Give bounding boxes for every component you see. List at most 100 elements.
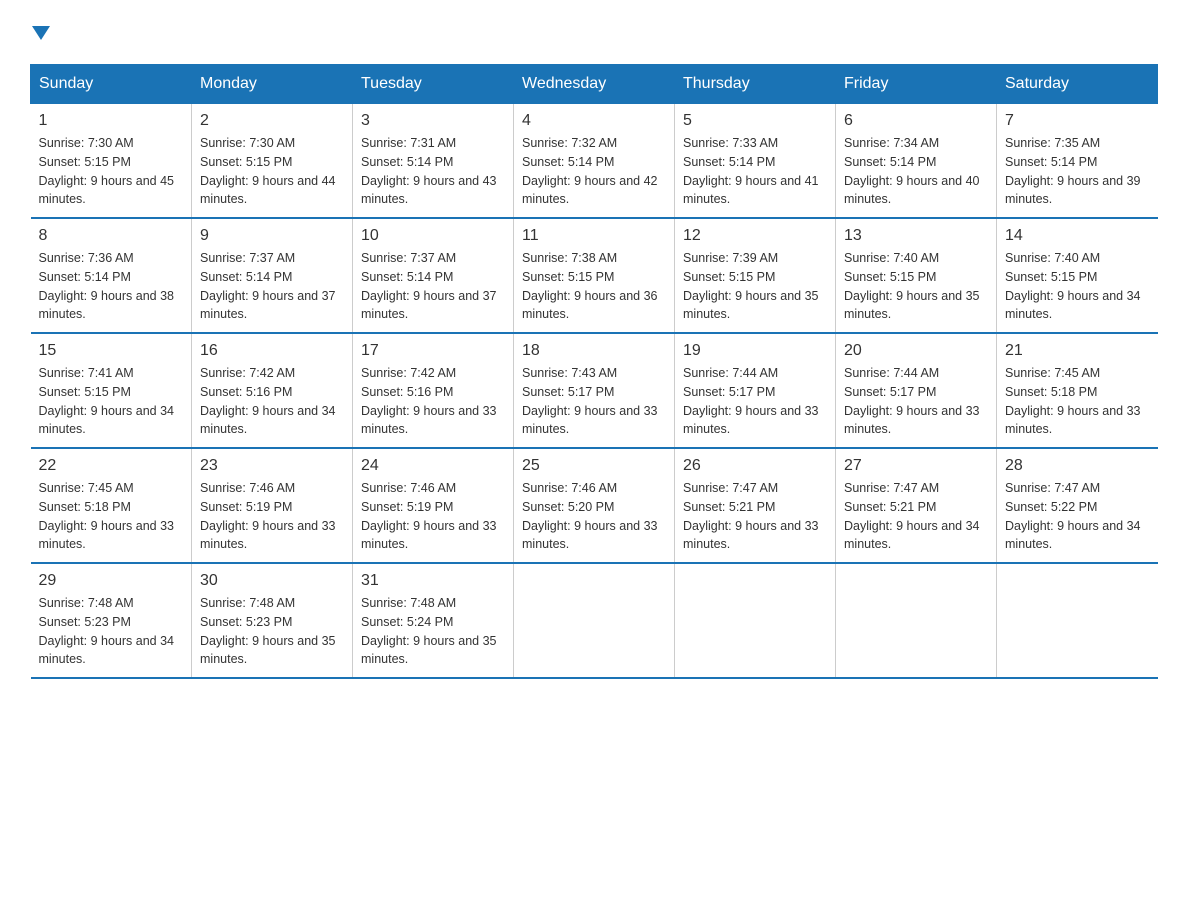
day-info: Sunrise: 7:30 AM Sunset: 5:15 PM Dayligh…	[200, 134, 344, 209]
day-number: 31	[361, 572, 505, 590]
day-info: Sunrise: 7:41 AM Sunset: 5:15 PM Dayligh…	[39, 364, 184, 439]
calendar-cell: 9 Sunrise: 7:37 AM Sunset: 5:14 PM Dayli…	[192, 218, 353, 333]
day-number: 25	[522, 457, 666, 475]
day-number: 18	[522, 342, 666, 360]
day-info: Sunrise: 7:30 AM Sunset: 5:15 PM Dayligh…	[39, 134, 184, 209]
day-info: Sunrise: 7:44 AM Sunset: 5:17 PM Dayligh…	[683, 364, 827, 439]
day-info: Sunrise: 7:46 AM Sunset: 5:20 PM Dayligh…	[522, 479, 666, 554]
day-number: 4	[522, 112, 666, 130]
day-number: 2	[200, 112, 344, 130]
calendar-cell: 2 Sunrise: 7:30 AM Sunset: 5:15 PM Dayli…	[192, 104, 353, 219]
day-number: 17	[361, 342, 505, 360]
calendar-cell: 4 Sunrise: 7:32 AM Sunset: 5:14 PM Dayli…	[514, 104, 675, 219]
calendar-cell: 24 Sunrise: 7:46 AM Sunset: 5:19 PM Dayl…	[353, 448, 514, 563]
calendar-cell: 26 Sunrise: 7:47 AM Sunset: 5:21 PM Dayl…	[675, 448, 836, 563]
day-number: 15	[39, 342, 184, 360]
day-info: Sunrise: 7:36 AM Sunset: 5:14 PM Dayligh…	[39, 249, 184, 324]
calendar-cell: 18 Sunrise: 7:43 AM Sunset: 5:17 PM Dayl…	[514, 333, 675, 448]
day-info: Sunrise: 7:45 AM Sunset: 5:18 PM Dayligh…	[39, 479, 184, 554]
column-header-tuesday: Tuesday	[353, 65, 514, 104]
day-info: Sunrise: 7:39 AM Sunset: 5:15 PM Dayligh…	[683, 249, 827, 324]
day-info: Sunrise: 7:47 AM Sunset: 5:22 PM Dayligh…	[1005, 479, 1150, 554]
day-number: 30	[200, 572, 344, 590]
calendar-cell: 1 Sunrise: 7:30 AM Sunset: 5:15 PM Dayli…	[31, 104, 192, 219]
calendar-cell: 17 Sunrise: 7:42 AM Sunset: 5:16 PM Dayl…	[353, 333, 514, 448]
calendar-week-row: 29 Sunrise: 7:48 AM Sunset: 5:23 PM Dayl…	[31, 563, 1158, 678]
day-info: Sunrise: 7:42 AM Sunset: 5:16 PM Dayligh…	[361, 364, 505, 439]
day-info: Sunrise: 7:40 AM Sunset: 5:15 PM Dayligh…	[844, 249, 988, 324]
day-info: Sunrise: 7:45 AM Sunset: 5:18 PM Dayligh…	[1005, 364, 1150, 439]
day-number: 16	[200, 342, 344, 360]
day-number: 14	[1005, 227, 1150, 245]
calendar-cell: 29 Sunrise: 7:48 AM Sunset: 5:23 PM Dayl…	[31, 563, 192, 678]
calendar-cell: 12 Sunrise: 7:39 AM Sunset: 5:15 PM Dayl…	[675, 218, 836, 333]
calendar-cell: 8 Sunrise: 7:36 AM Sunset: 5:14 PM Dayli…	[31, 218, 192, 333]
day-number: 22	[39, 457, 184, 475]
day-number: 21	[1005, 342, 1150, 360]
day-info: Sunrise: 7:46 AM Sunset: 5:19 PM Dayligh…	[361, 479, 505, 554]
calendar-week-row: 1 Sunrise: 7:30 AM Sunset: 5:15 PM Dayli…	[31, 104, 1158, 219]
day-number: 20	[844, 342, 988, 360]
calendar-cell	[997, 563, 1158, 678]
calendar-table: SundayMondayTuesdayWednesdayThursdayFrid…	[30, 64, 1158, 679]
calendar-cell: 23 Sunrise: 7:46 AM Sunset: 5:19 PM Dayl…	[192, 448, 353, 563]
calendar-cell: 5 Sunrise: 7:33 AM Sunset: 5:14 PM Dayli…	[675, 104, 836, 219]
calendar-cell	[514, 563, 675, 678]
day-info: Sunrise: 7:31 AM Sunset: 5:14 PM Dayligh…	[361, 134, 505, 209]
calendar-cell: 28 Sunrise: 7:47 AM Sunset: 5:22 PM Dayl…	[997, 448, 1158, 563]
calendar-cell: 19 Sunrise: 7:44 AM Sunset: 5:17 PM Dayl…	[675, 333, 836, 448]
day-info: Sunrise: 7:43 AM Sunset: 5:17 PM Dayligh…	[522, 364, 666, 439]
day-info: Sunrise: 7:42 AM Sunset: 5:16 PM Dayligh…	[200, 364, 344, 439]
day-info: Sunrise: 7:40 AM Sunset: 5:15 PM Dayligh…	[1005, 249, 1150, 324]
calendar-cell: 25 Sunrise: 7:46 AM Sunset: 5:20 PM Dayl…	[514, 448, 675, 563]
calendar-cell: 21 Sunrise: 7:45 AM Sunset: 5:18 PM Dayl…	[997, 333, 1158, 448]
calendar-week-row: 22 Sunrise: 7:45 AM Sunset: 5:18 PM Dayl…	[31, 448, 1158, 563]
day-info: Sunrise: 7:38 AM Sunset: 5:15 PM Dayligh…	[522, 249, 666, 324]
day-number: 1	[39, 112, 184, 130]
day-number: 9	[200, 227, 344, 245]
day-info: Sunrise: 7:47 AM Sunset: 5:21 PM Dayligh…	[683, 479, 827, 554]
calendar-cell: 6 Sunrise: 7:34 AM Sunset: 5:14 PM Dayli…	[836, 104, 997, 219]
logo-triangle-icon	[32, 26, 50, 40]
day-info: Sunrise: 7:34 AM Sunset: 5:14 PM Dayligh…	[844, 134, 988, 209]
column-header-saturday: Saturday	[997, 65, 1158, 104]
day-number: 3	[361, 112, 505, 130]
column-header-monday: Monday	[192, 65, 353, 104]
day-number: 10	[361, 227, 505, 245]
calendar-cell: 13 Sunrise: 7:40 AM Sunset: 5:15 PM Dayl…	[836, 218, 997, 333]
column-header-sunday: Sunday	[31, 65, 192, 104]
day-info: Sunrise: 7:33 AM Sunset: 5:14 PM Dayligh…	[683, 134, 827, 209]
day-number: 19	[683, 342, 827, 360]
day-number: 29	[39, 572, 184, 590]
column-header-friday: Friday	[836, 65, 997, 104]
calendar-cell: 14 Sunrise: 7:40 AM Sunset: 5:15 PM Dayl…	[997, 218, 1158, 333]
calendar-cell: 10 Sunrise: 7:37 AM Sunset: 5:14 PM Dayl…	[353, 218, 514, 333]
day-info: Sunrise: 7:44 AM Sunset: 5:17 PM Dayligh…	[844, 364, 988, 439]
day-info: Sunrise: 7:48 AM Sunset: 5:23 PM Dayligh…	[39, 594, 184, 669]
calendar-cell: 11 Sunrise: 7:38 AM Sunset: 5:15 PM Dayl…	[514, 218, 675, 333]
day-info: Sunrise: 7:48 AM Sunset: 5:23 PM Dayligh…	[200, 594, 344, 669]
day-info: Sunrise: 7:35 AM Sunset: 5:14 PM Dayligh…	[1005, 134, 1150, 209]
calendar-cell: 31 Sunrise: 7:48 AM Sunset: 5:24 PM Dayl…	[353, 563, 514, 678]
calendar-cell: 20 Sunrise: 7:44 AM Sunset: 5:17 PM Dayl…	[836, 333, 997, 448]
day-info: Sunrise: 7:46 AM Sunset: 5:19 PM Dayligh…	[200, 479, 344, 554]
day-info: Sunrise: 7:37 AM Sunset: 5:14 PM Dayligh…	[200, 249, 344, 324]
calendar-cell	[675, 563, 836, 678]
day-number: 13	[844, 227, 988, 245]
day-number: 6	[844, 112, 988, 130]
calendar-cell: 30 Sunrise: 7:48 AM Sunset: 5:23 PM Dayl…	[192, 563, 353, 678]
calendar-cell: 3 Sunrise: 7:31 AM Sunset: 5:14 PM Dayli…	[353, 104, 514, 219]
calendar-cell	[836, 563, 997, 678]
calendar-cell: 15 Sunrise: 7:41 AM Sunset: 5:15 PM Dayl…	[31, 333, 192, 448]
column-header-wednesday: Wednesday	[514, 65, 675, 104]
calendar-cell: 22 Sunrise: 7:45 AM Sunset: 5:18 PM Dayl…	[31, 448, 192, 563]
day-info: Sunrise: 7:32 AM Sunset: 5:14 PM Dayligh…	[522, 134, 666, 209]
calendar-cell: 7 Sunrise: 7:35 AM Sunset: 5:14 PM Dayli…	[997, 104, 1158, 219]
day-number: 27	[844, 457, 988, 475]
day-number: 28	[1005, 457, 1150, 475]
day-number: 12	[683, 227, 827, 245]
calendar-week-row: 15 Sunrise: 7:41 AM Sunset: 5:15 PM Dayl…	[31, 333, 1158, 448]
calendar-cell: 27 Sunrise: 7:47 AM Sunset: 5:21 PM Dayl…	[836, 448, 997, 563]
calendar-cell: 16 Sunrise: 7:42 AM Sunset: 5:16 PM Dayl…	[192, 333, 353, 448]
day-info: Sunrise: 7:47 AM Sunset: 5:21 PM Dayligh…	[844, 479, 988, 554]
